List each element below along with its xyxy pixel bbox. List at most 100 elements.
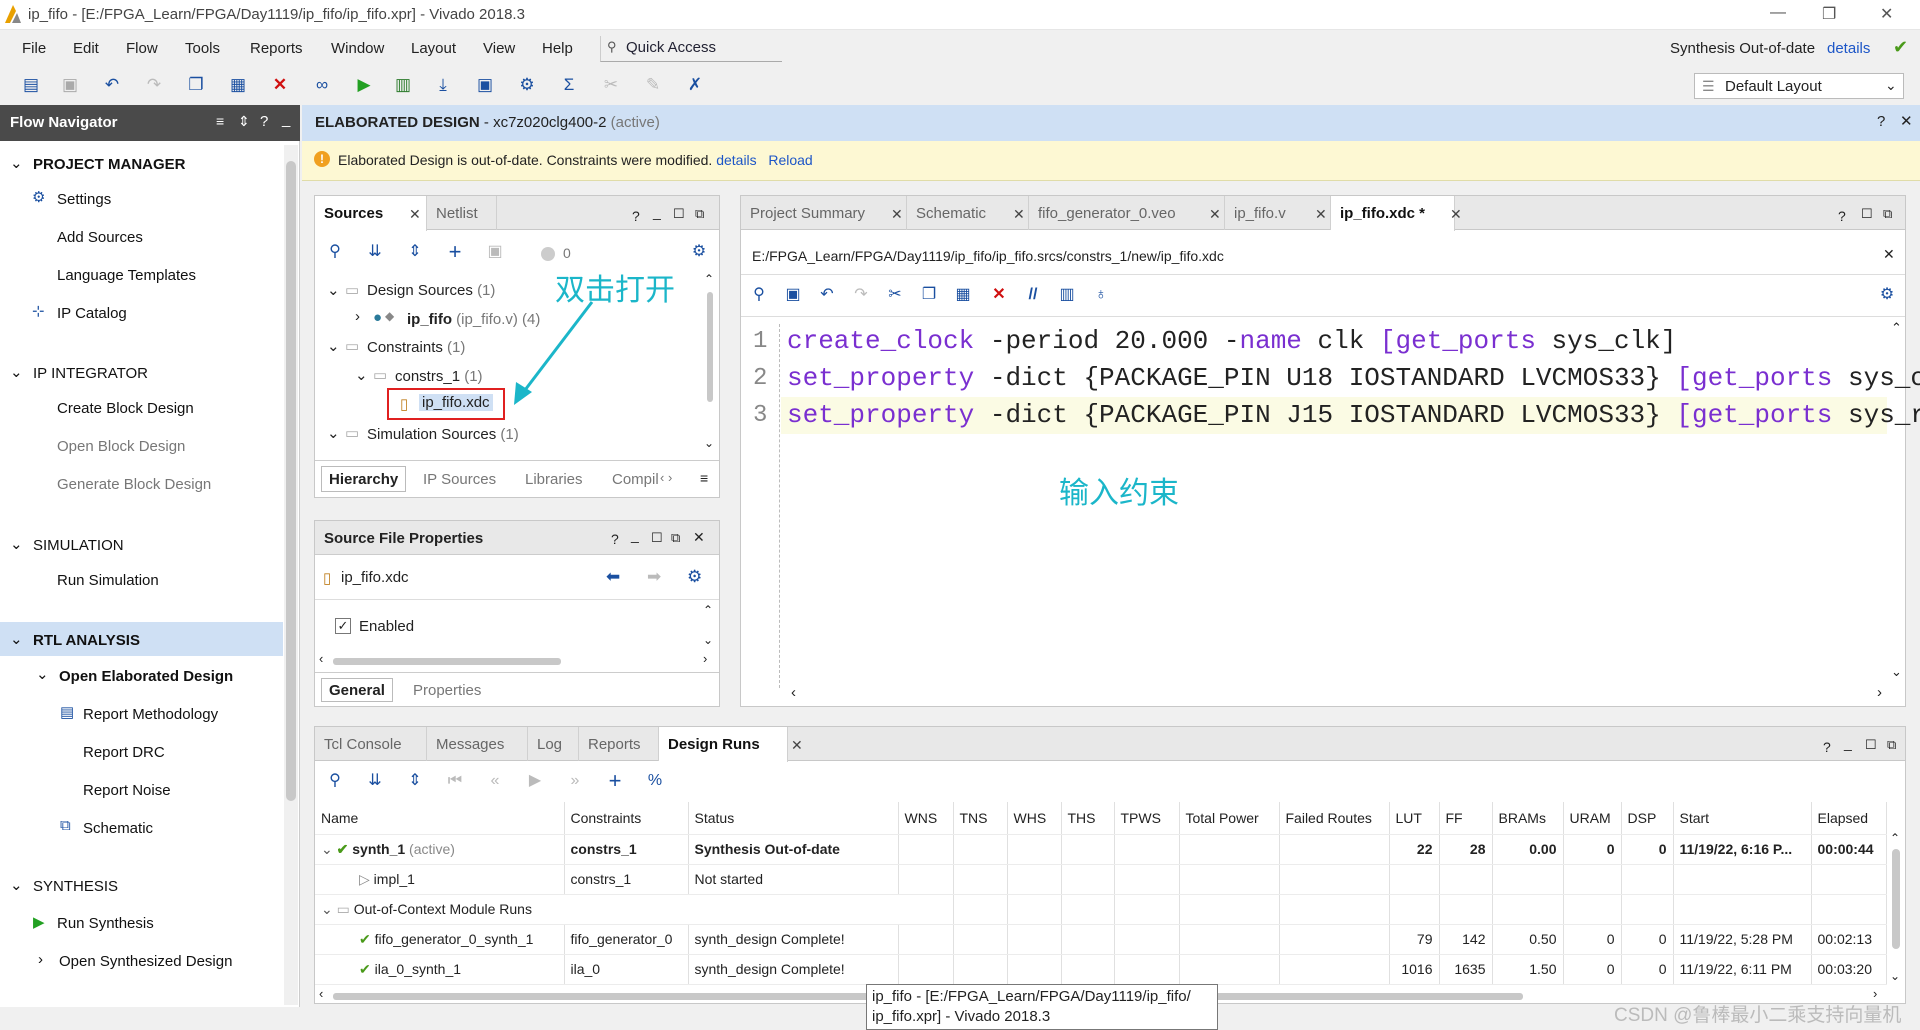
tree-simulation-sources[interactable]: Simulation Sources (1)	[367, 426, 519, 443]
col-tns[interactable]: TNS	[953, 802, 1008, 835]
nav-section-ip-integrator[interactable]: IP INTEGRATOR	[33, 365, 148, 382]
close-tab-icon[interactable]: ✕	[1450, 206, 1462, 223]
chevron-down-icon[interactable]: ⌄	[10, 363, 23, 381]
tab-project-summary[interactable]: Project Summary	[741, 196, 907, 230]
col-uram[interactable]: URAM	[1563, 802, 1622, 835]
nav-section-synthesis[interactable]: SYNTHESIS	[33, 878, 118, 895]
undo-icon[interactable]: ↶	[101, 74, 123, 96]
nav-item-open-elaborated-design[interactable]: Open Elaborated Design	[59, 668, 233, 685]
scroll-right-icon[interactable]: ›	[703, 651, 707, 666]
expand-all-icon[interactable]: ⇕	[405, 771, 425, 791]
chevron-down-icon[interactable]: ⌄	[10, 876, 23, 894]
menu-flow[interactable]: Flow	[126, 40, 158, 57]
tab-netlist[interactable]: Netlist	[427, 196, 497, 230]
copy-icon[interactable]: ❐	[185, 74, 207, 96]
col-tpws[interactable]: TPWS	[1114, 802, 1180, 835]
tab-design-runs[interactable]: Design Runs	[659, 727, 788, 762]
tool-disabled-icon-2[interactable]: ✎	[642, 74, 664, 96]
columns-icon[interactable]: ▥	[1057, 285, 1077, 305]
sources-scrollbar[interactable]: ⌃ ⌄	[703, 272, 717, 454]
run-icon[interactable]: ▶	[353, 74, 375, 96]
report-icon[interactable]: ▣	[474, 74, 496, 96]
col-brams[interactable]: BRAMs	[1492, 802, 1564, 835]
scrollbar-thumb[interactable]	[286, 161, 296, 801]
close-tab-icon[interactable]: ✕	[1013, 206, 1025, 223]
minimize-icon[interactable]: —	[1770, 4, 1786, 22]
col-lut[interactable]: LUT	[1389, 802, 1440, 835]
paste-icon[interactable]: ▦	[953, 285, 973, 305]
chevron-down-icon[interactable]: ⌄	[10, 535, 23, 553]
help-icon[interactable]: ?	[1838, 208, 1846, 224]
close-icon[interactable]: ✕	[1900, 112, 1913, 130]
flow-navigator-scrollbar[interactable]	[284, 145, 298, 1005]
close-tab-icon[interactable]: ✕	[791, 737, 803, 754]
nav-item-run-synthesis[interactable]: Run Synthesis	[57, 915, 154, 932]
tree-design-sources[interactable]: Design Sources (1)	[367, 282, 495, 299]
search-icon[interactable]: ⚲	[749, 285, 769, 305]
chevron-down-icon[interactable]: ⌄	[10, 630, 23, 648]
tab-ip-sources[interactable]: IP Sources	[423, 471, 496, 488]
float-icon[interactable]: ⧉	[671, 530, 680, 546]
cut-icon[interactable]: ✂	[885, 285, 905, 305]
col-ff[interactable]: FF	[1439, 802, 1493, 835]
comment-icon[interactable]: //	[1023, 285, 1043, 305]
close-tab-icon[interactable]: ✕	[1209, 206, 1221, 223]
menu-window[interactable]: Window	[331, 40, 384, 57]
close-icon[interactable]: ✕	[693, 529, 705, 546]
debug-icon[interactable]: ✗	[684, 74, 706, 96]
percent-icon[interactable]: %	[645, 771, 665, 791]
nav-item-schematic[interactable]: Schematic	[83, 820, 153, 837]
help-icon[interactable]: ?	[1877, 113, 1885, 130]
layout-select[interactable]: ☰ Default Layout ⌄	[1694, 73, 1904, 99]
nav-item-open-block-design[interactable]: Open Block Design	[57, 438, 185, 455]
scrollbar-thumb[interactable]	[707, 292, 713, 402]
minimize-icon[interactable]: _	[631, 527, 639, 543]
nav-section-simulation[interactable]: SIMULATION	[33, 537, 124, 554]
tab-fifo-generator-veo[interactable]: fifo_generator_0.veo	[1029, 196, 1225, 230]
expand-all-icon[interactable]: ⇕	[405, 242, 425, 262]
tab-reports[interactable]: Reports	[579, 727, 659, 761]
tab-log[interactable]: Log	[528, 727, 579, 761]
paste-icon[interactable]: ▦	[227, 74, 249, 96]
search-icon[interactable]: ⚲	[325, 242, 345, 262]
scroll-up-icon[interactable]: ⌃	[1890, 831, 1900, 845]
binoculars-icon[interactable]: ∞	[311, 74, 333, 96]
redo-icon[interactable]: ↷	[143, 74, 165, 96]
settings-gear-icon[interactable]: ⚙	[516, 74, 538, 96]
menu-reports[interactable]: Reports	[250, 40, 303, 57]
settings-gear-icon[interactable]: ⚙	[1877, 285, 1897, 305]
col-status[interactable]: Status	[688, 802, 899, 835]
scroll-right-icon[interactable]: ›	[1877, 684, 1882, 701]
nav-item-ip-catalog[interactable]: IP Catalog	[57, 305, 127, 322]
maximize-icon[interactable]: ☐	[1861, 206, 1873, 222]
tabs-menu-icon[interactable]: ≡	[700, 470, 708, 486]
play-icon[interactable]: ▶	[525, 771, 545, 791]
nav-item-run-simulation[interactable]: Run Simulation	[57, 572, 159, 589]
menu-help[interactable]: Help	[542, 40, 573, 57]
save-icon[interactable]: ▣	[783, 285, 803, 305]
add-icon[interactable]: +	[445, 241, 465, 263]
help-icon[interactable]: ?	[632, 208, 640, 224]
float-icon[interactable]: ⧉	[1883, 206, 1892, 222]
open-project-icon[interactable]: ▤	[20, 74, 42, 96]
tab-general[interactable]: General	[321, 678, 393, 702]
collapse-all-icon[interactable]: ≡	[216, 113, 224, 129]
chevron-down-icon[interactable]: ⌄	[327, 281, 340, 299]
save-icon[interactable]: ▣	[59, 74, 81, 96]
col-constraints[interactable]: Constraints	[564, 802, 689, 835]
runs-scrollbar[interactable]: ⌃ ⌄	[1889, 831, 1903, 985]
maximize-icon[interactable]: ☐	[673, 206, 685, 222]
sigma-icon[interactable]: Σ	[558, 74, 580, 96]
scroll-up-icon[interactable]: ⌃	[704, 272, 714, 286]
add-icon[interactable]: +	[605, 770, 625, 792]
scroll-down-icon[interactable]: ⌄	[704, 436, 714, 450]
col-name[interactable]: Name	[315, 802, 565, 835]
table-row[interactable]: ⌄ ▭ Out-of-Context Module Runs	[315, 894, 1887, 925]
sfp-hscrollbar[interactable]: ‹ ›	[319, 651, 715, 668]
tab-properties[interactable]: Properties	[413, 682, 481, 699]
delete-icon[interactable]: ✕	[269, 74, 291, 96]
expand-all-icon[interactable]: ⇕	[238, 113, 250, 130]
tree-constrs-1[interactable]: constrs_1 (1)	[395, 368, 483, 385]
back-arrow-icon[interactable]: ⬅	[606, 567, 620, 587]
scroll-up-icon[interactable]: ⌃	[1891, 320, 1902, 336]
